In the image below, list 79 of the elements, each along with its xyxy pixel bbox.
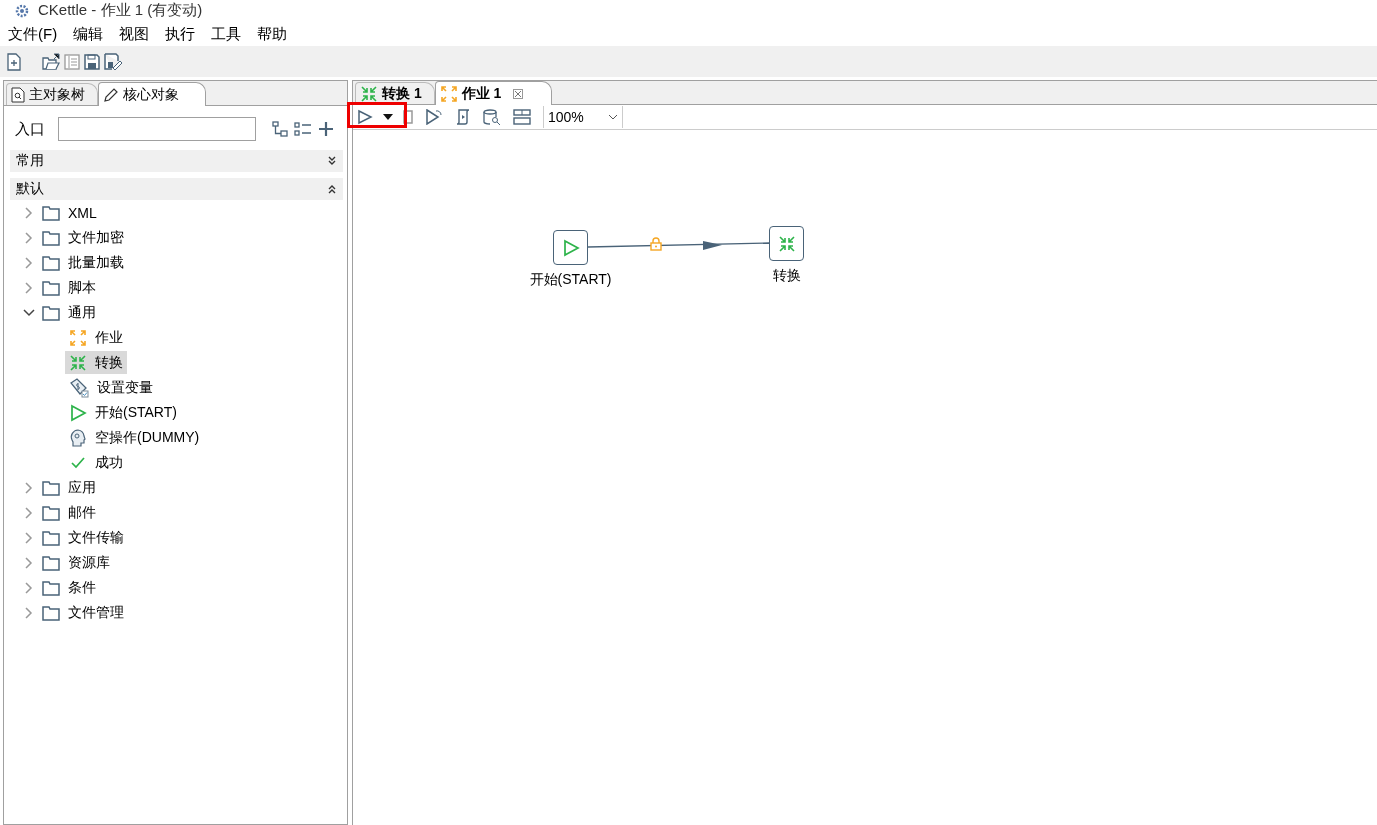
play-triangle-icon <box>561 238 580 257</box>
tree-item[interactable]: 空操作(DUMMY) <box>65 426 204 449</box>
job-entry-node[interactable] <box>769 226 804 261</box>
dollar-tag-icon <box>69 377 89 398</box>
folder-icon <box>42 529 60 546</box>
panel-tab[interactable]: 主对象树 <box>6 83 98 105</box>
section-title: 默认 <box>16 180 44 198</box>
folder-icon <box>42 254 60 271</box>
folder-label[interactable]: 文件管理 <box>66 603 126 622</box>
folder-icon <box>42 554 60 571</box>
converge-arrows-icon <box>69 353 87 372</box>
editor-tab[interactable]: 转换 1 <box>355 82 435 104</box>
expand-arrows-icon <box>69 328 87 347</box>
pencil-icon <box>103 86 119 103</box>
stop-icon[interactable] <box>403 110 413 124</box>
play-icon[interactable] <box>357 109 373 125</box>
folder-label[interactable]: 应用 <box>66 478 98 497</box>
folder-label[interactable]: 文件加密 <box>66 228 126 247</box>
menu-item[interactable]: 视图 <box>111 24 158 44</box>
script-icon[interactable] <box>455 109 471 125</box>
menu-item[interactable]: 执行 <box>157 24 204 44</box>
converge-arrows-icon <box>360 84 378 103</box>
search-document-icon <box>11 86 25 103</box>
zoom-dropdown[interactable]: 100% <box>543 106 623 128</box>
node-label: 转换 <box>772 267 801 285</box>
menu-item[interactable]: 文件(F) <box>0 24 66 44</box>
folder-label[interactable]: 脚本 <box>66 278 98 297</box>
new-file-icon[interactable] <box>6 52 22 71</box>
collapse-chevrons-icon[interactable] <box>327 183 337 195</box>
section-header[interactable]: 常用 <box>10 150 343 172</box>
search-label: 入口 <box>15 119 46 139</box>
folder-icon <box>42 204 60 221</box>
tree-item[interactable]: 成功 <box>65 451 127 474</box>
folder-icon <box>42 579 60 596</box>
panel-tab[interactable]: 核心对象 <box>98 82 206 106</box>
window-title: CKettle - 作业 1 (有变动) <box>38 0 203 20</box>
replay-icon[interactable] <box>425 109 443 125</box>
editor-tab[interactable]: 作业 1 <box>434 81 553 105</box>
folder-icon <box>42 279 60 296</box>
folder-label[interactable]: 条件 <box>66 578 98 597</box>
menu-item[interactable]: 工具 <box>203 24 250 44</box>
caret-icon[interactable] <box>383 114 393 120</box>
head-icon <box>69 428 87 447</box>
database-search-icon[interactable] <box>483 109 501 125</box>
hierarchy-icon[interactable] <box>272 121 288 137</box>
node-label: 开始(START) <box>529 271 612 289</box>
folder-label[interactable]: 邮件 <box>66 503 98 522</box>
plus-icon[interactable] <box>318 121 334 137</box>
folder-icon <box>42 229 60 246</box>
menu-item[interactable]: 编辑 <box>65 24 112 44</box>
folder-label[interactable]: XML <box>66 204 99 221</box>
folder-icon <box>42 604 60 621</box>
folder-label[interactable]: 批量加载 <box>66 253 126 272</box>
search-field[interactable] <box>58 117 256 141</box>
tree-item[interactable]: 作业 <box>65 326 127 349</box>
folder-open-icon[interactable] <box>42 52 60 71</box>
folder-label[interactable]: 文件传输 <box>66 528 126 547</box>
folder-icon <box>42 479 60 496</box>
expand-chevrons-icon[interactable] <box>327 155 337 167</box>
section-header[interactable]: 默认 <box>10 178 343 200</box>
converge-arrows-icon <box>777 234 796 253</box>
folder-icon <box>42 304 60 321</box>
play-triangle-icon <box>69 403 87 422</box>
list-icon[interactable] <box>294 121 312 137</box>
close-icon[interactable] <box>513 88 524 99</box>
folder-label[interactable]: 资源库 <box>66 553 112 572</box>
layout-icon[interactable] <box>513 109 531 125</box>
menu-item[interactable]: 帮助 <box>249 24 296 44</box>
folder-icon <box>42 504 60 521</box>
section-title: 常用 <box>16 152 44 170</box>
save-as-icon[interactable] <box>104 53 122 70</box>
tree-item[interactable]: 设置变量 <box>65 376 157 399</box>
caret-down-icon[interactable] <box>608 114 618 120</box>
save-icon[interactable] <box>84 53 100 70</box>
job-entry-node[interactable] <box>553 230 588 265</box>
tree-item[interactable]: 转换 <box>65 351 127 374</box>
folder-label[interactable]: 通用 <box>66 303 98 322</box>
tree-item[interactable]: 开始(START) <box>65 401 181 424</box>
expand-arrows-icon <box>439 84 458 103</box>
